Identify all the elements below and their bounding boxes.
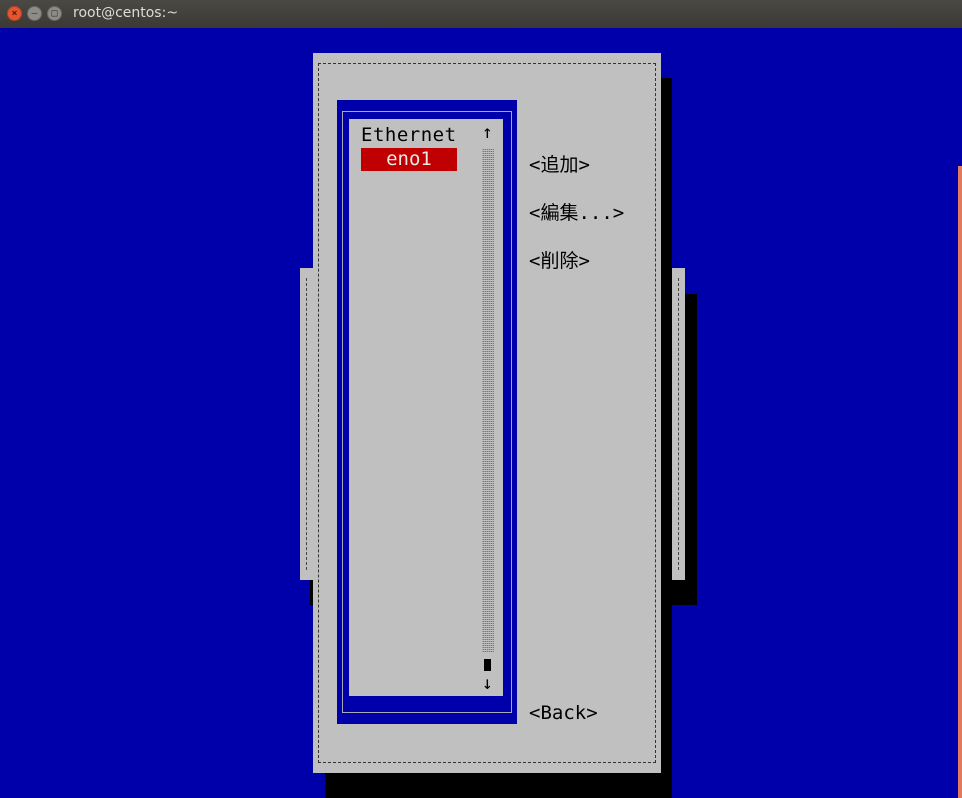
maximize-window-button[interactable]: □ [47, 6, 62, 21]
minimize-window-button[interactable]: – [27, 6, 42, 21]
connection-item-eno1[interactable]: eno1 [361, 148, 457, 171]
edit-button[interactable]: <編集...> [529, 198, 624, 225]
window-title: root@centos:~ [73, 5, 179, 21]
terminal-edge-highlight [958, 166, 962, 798]
back-button[interactable]: <Back> [529, 702, 598, 724]
terminal-area: Ethernet eno1 ↑ ↓ <追加> <編集...> <削除> <Bac… [0, 28, 962, 798]
window-titlebar: × – □ root@centos:~ [0, 0, 962, 29]
add-button[interactable]: <追加> [529, 150, 590, 177]
connection-list[interactable]: Ethernet eno1 ↑ ↓ [349, 119, 503, 696]
scroll-down-arrow-icon[interactable]: ↓ [482, 673, 493, 694]
scrollbar-thumb[interactable] [484, 659, 491, 671]
scroll-up-arrow-icon[interactable]: ↑ [482, 122, 493, 143]
connection-type-header: Ethernet [361, 124, 457, 146]
close-window-button[interactable]: × [7, 6, 22, 21]
scrollbar-track[interactable] [482, 149, 494, 652]
delete-button[interactable]: <削除> [529, 246, 590, 273]
edit-connection-dialog: Ethernet eno1 ↑ ↓ <追加> <編集...> <削除> <Bac… [313, 53, 661, 773]
connection-list-pane[interactable]: Ethernet eno1 ↑ ↓ [337, 100, 517, 724]
